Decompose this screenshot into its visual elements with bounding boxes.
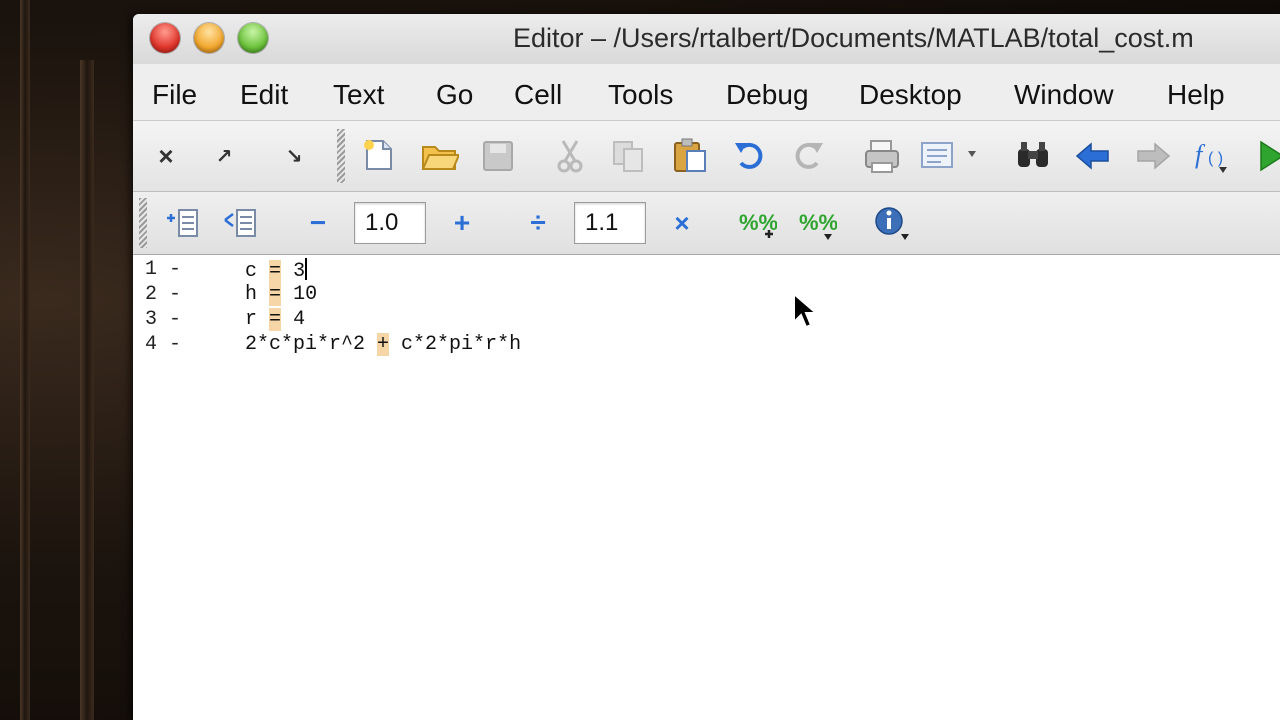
- menu-tools[interactable]: Tools: [608, 79, 673, 111]
- code-editor[interactable]: 1 - 2 - 3 - 4 - c = 3 h = 10 r = 4 2*c*p…: [133, 255, 1280, 720]
- menu-file[interactable]: File: [152, 79, 197, 111]
- paste-icon[interactable]: [671, 137, 709, 173]
- window-title: Editor – /Users/rtalbert/Documents/MATLA…: [513, 23, 1194, 53]
- publish-icon[interactable]: [919, 139, 977, 173]
- divide-button[interactable]: ÷: [523, 206, 553, 240]
- menu-desktop[interactable]: Desktop: [859, 79, 962, 111]
- menu-bar: File Edit Text Go Cell Tools Debug Deskt…: [133, 64, 1280, 121]
- breakpoint-marker[interactable]: -: [169, 258, 181, 281]
- toolbar-grip[interactable]: [337, 129, 345, 183]
- editor-window: Editor – /Users/rtalbert/Documents/MATLA…: [133, 14, 1280, 720]
- code-token: 3: [293, 260, 306, 283]
- copy-icon[interactable]: [611, 139, 647, 173]
- close-window-button[interactable]: [150, 23, 180, 53]
- mlint-warning-token[interactable]: =: [269, 308, 282, 331]
- line-number: 3: [145, 308, 158, 331]
- new-file-icon[interactable]: [361, 137, 397, 173]
- run-icon[interactable]: [1257, 139, 1280, 173]
- undock-button[interactable]: ↗: [209, 141, 239, 171]
- code-token: 4: [293, 308, 306, 331]
- save-icon[interactable]: [481, 139, 515, 173]
- title-bar[interactable]: Editor – /Users/rtalbert/Documents/MATLA…: [133, 14, 1280, 64]
- desktop-wood-pillar: [80, 60, 94, 720]
- forward-arrow-icon[interactable]: [1135, 139, 1171, 173]
- redo-icon[interactable]: [791, 139, 825, 173]
- insert-cell-divider-icon[interactable]: [165, 206, 201, 240]
- function-browser-icon[interactable]: f ( ): [1193, 137, 1233, 175]
- open-folder-icon[interactable]: [421, 139, 459, 173]
- dock-button[interactable]: ↘: [279, 141, 309, 171]
- line-gutter: 4 -: [145, 333, 181, 356]
- increment-button[interactable]: +: [447, 206, 477, 240]
- code-token: 10: [293, 283, 318, 306]
- mouse-pointer-icon: [793, 292, 818, 329]
- find-binoculars-icon[interactable]: [1015, 139, 1051, 173]
- code-line[interactable]: h = 10: [245, 283, 317, 306]
- menu-go[interactable]: Go: [436, 79, 473, 111]
- back-arrow-icon[interactable]: [1075, 139, 1111, 173]
- cut-icon[interactable]: [555, 139, 585, 173]
- menu-cell[interactable]: Cell: [514, 79, 562, 111]
- evaluate-cell-icon[interactable]: %%: [737, 204, 777, 244]
- mlint-warning-token[interactable]: =: [269, 283, 282, 306]
- undo-icon[interactable]: [733, 139, 767, 173]
- code-line[interactable]: 2*c*pi*r^2 + c*2*pi*r*h: [245, 333, 521, 356]
- zoom-window-button[interactable]: [238, 23, 268, 53]
- desktop-wood-pillar: [20, 0, 30, 720]
- svg-text:( ): ( ): [1208, 150, 1223, 167]
- cell-toolbar: − 1.0 + ÷ 1.1 × %% %%: [133, 192, 1280, 255]
- svg-text:%%: %%: [799, 210, 837, 235]
- code-token: r: [245, 308, 258, 331]
- code-token: 2*c*pi*r^2: [245, 333, 378, 356]
- mlint-warning-token[interactable]: +: [377, 333, 390, 356]
- print-icon[interactable]: [863, 137, 901, 175]
- code-token: c: [245, 260, 258, 283]
- code-line[interactable]: c = 3: [245, 258, 308, 283]
- line-number: 4: [145, 333, 158, 356]
- code-token: c*2*pi*r*h: [389, 333, 522, 356]
- text-caret: [305, 258, 308, 280]
- line-gutter: 2 -: [145, 283, 181, 306]
- breakpoint-marker[interactable]: -: [169, 308, 181, 331]
- menu-window[interactable]: Window: [1014, 79, 1114, 111]
- menu-help[interactable]: Help: [1167, 79, 1225, 111]
- menu-edit[interactable]: Edit: [240, 79, 288, 111]
- multiply-value-field[interactable]: 1.1: [574, 202, 646, 244]
- code-line[interactable]: r = 4: [245, 308, 305, 331]
- menu-debug[interactable]: Debug: [726, 79, 809, 111]
- line-gutter: 3 -: [145, 308, 181, 331]
- minimize-window-button[interactable]: [194, 23, 224, 53]
- decrement-button[interactable]: −: [303, 206, 333, 240]
- breakpoint-marker[interactable]: -: [169, 283, 181, 306]
- line-number: 1: [145, 258, 158, 281]
- code-token: h: [245, 283, 258, 306]
- main-toolbar: × ↗ ↘ f (): [133, 121, 1280, 192]
- decrement-value-field[interactable]: 1.0: [354, 202, 426, 244]
- line-gutter: 1 -: [145, 258, 181, 281]
- evaluate-cell-advance-icon[interactable]: %%: [797, 204, 837, 244]
- info-icon[interactable]: [873, 204, 913, 244]
- line-number: 2: [145, 283, 158, 306]
- multiply-button[interactable]: ×: [667, 206, 697, 240]
- close-doc-button[interactable]: ×: [151, 141, 181, 171]
- toolbar-grip[interactable]: [139, 198, 147, 248]
- mlint-warning-token[interactable]: =: [269, 260, 282, 283]
- menu-text[interactable]: Text: [333, 79, 384, 111]
- svg-text:f: f: [1195, 140, 1206, 169]
- svg-text:%%: %%: [739, 210, 777, 235]
- remove-cell-divider-icon[interactable]: [223, 206, 259, 240]
- breakpoint-marker[interactable]: -: [169, 333, 181, 356]
